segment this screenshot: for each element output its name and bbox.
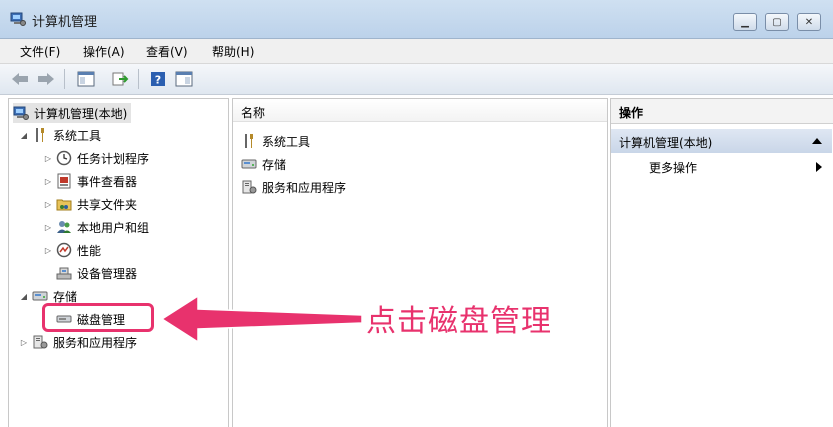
- tree-item-label: 事件查看器: [77, 174, 138, 189]
- menu-file[interactable]: 文件(F): [20, 43, 60, 60]
- tree-item-label: 任务计划程序: [77, 151, 150, 166]
- expand-icon[interactable]: ▷: [43, 154, 53, 163]
- tools-icon: [241, 133, 257, 149]
- export-icon: [112, 72, 129, 86]
- forward-arrow-icon: [38, 73, 54, 85]
- storage-icon: [241, 156, 257, 172]
- submenu-arrow-icon[interactable]: [816, 162, 822, 172]
- list-item-label: 服务和应用程序: [262, 180, 347, 195]
- tree-item-label: 设备管理器: [77, 266, 138, 281]
- column-header-label: 名称: [241, 106, 266, 120]
- shared-folder-icon: [56, 196, 72, 212]
- action-pane-title: 操作: [619, 106, 644, 120]
- list-item[interactable]: 服务和应用程序: [241, 177, 346, 197]
- tree-item-event-viewer[interactable]: ▷ 事件查看器: [43, 171, 137, 191]
- annotation-text: 点击磁盘管理: [366, 304, 552, 339]
- tree-item-task-scheduler[interactable]: ▷ 任务计划程序: [43, 148, 149, 168]
- tree-item-services-apps[interactable]: ▷ 服务和应用程序: [19, 332, 137, 352]
- export-list-button[interactable]: [110, 69, 130, 89]
- expand-icon[interactable]: ▷: [19, 338, 29, 347]
- disk-management-highlight-box: [42, 303, 154, 332]
- tree-item-shared-folders[interactable]: ▷ 共享文件夹: [43, 194, 137, 214]
- list-item[interactable]: 系统工具: [241, 131, 310, 151]
- services-icon: [241, 179, 257, 195]
- results-list: 名称 系统工具 存储 服务和应用程序: [232, 98, 608, 427]
- maximize-icon: ▢: [772, 16, 782, 28]
- close-icon: ✕: [804, 16, 814, 28]
- action-section-label: 计算机管理(本地): [619, 136, 713, 150]
- tree-item-label: 服务和应用程序: [53, 335, 138, 350]
- expand-icon[interactable]: ▷: [43, 200, 53, 209]
- storage-icon: [32, 288, 48, 304]
- toolbar-separator: [138, 69, 139, 89]
- computer-management-icon: [13, 105, 29, 121]
- tree-item-label: 共享文件夹: [77, 197, 138, 212]
- back-arrow-icon: [12, 73, 28, 85]
- back-button[interactable]: [10, 69, 30, 89]
- tools-icon: [32, 127, 48, 143]
- show-hide-tree-button[interactable]: [76, 69, 96, 89]
- tree-item-label: 计算机管理(本地): [34, 106, 128, 121]
- tree-item-device-manager[interactable]: 设备管理器: [56, 263, 137, 283]
- title-bar: 计算机管理 ▁ ▢ ✕: [0, 0, 833, 39]
- expand-icon[interactable]: ▷: [43, 177, 53, 186]
- help-button[interactable]: ?: [148, 69, 168, 89]
- menu-help[interactable]: 帮助(H): [212, 43, 254, 60]
- action-pane-icon: [175, 71, 193, 87]
- tree-item-performance[interactable]: ▷ 性能: [43, 240, 101, 260]
- performance-icon: [56, 242, 72, 258]
- minimize-button[interactable]: ▁: [733, 13, 757, 31]
- annotation-arrow-icon: [160, 294, 363, 344]
- list-item-label: 存储: [262, 157, 287, 172]
- minimize-icon: ▁: [741, 16, 749, 28]
- toolbar: ?: [0, 64, 833, 95]
- svg-text:?: ?: [155, 74, 161, 87]
- forward-button[interactable]: [36, 69, 56, 89]
- event-viewer-icon: [56, 173, 72, 189]
- expand-icon[interactable]: ▷: [43, 223, 53, 232]
- tree-item-system-tools[interactable]: ◢ 系统工具: [19, 125, 101, 145]
- collapse-icon[interactable]: ◢: [19, 131, 29, 140]
- device-manager-icon: [56, 265, 72, 281]
- tree-item-label: 本地用户和组: [77, 220, 150, 235]
- more-actions-item[interactable]: 更多操作: [649, 159, 697, 176]
- action-section-header[interactable]: 计算机管理(本地): [611, 129, 832, 153]
- action-pane: 操作 计算机管理(本地) 更多操作: [610, 98, 833, 427]
- menu-bar: 文件(F) 操作(A) 查看(V) 帮助(H): [0, 39, 833, 64]
- tree-item-local-users[interactable]: ▷ 本地用户和组: [43, 217, 149, 237]
- expand-icon[interactable]: ▷: [43, 246, 53, 255]
- console-tree: 计算机管理(本地) ◢ 系统工具 ▷ 任务计划程序 ▷ 事件查看器 ▷ 共享文件…: [8, 98, 229, 427]
- list-item[interactable]: 存储: [241, 154, 286, 174]
- collapse-up-icon[interactable]: [812, 138, 822, 144]
- tree-item-label: 存储: [53, 289, 78, 304]
- tree-item-label: 系统工具: [53, 128, 102, 143]
- close-button[interactable]: ✕: [797, 13, 821, 31]
- toolbar-separator: [64, 69, 65, 89]
- maximize-button[interactable]: ▢: [765, 13, 789, 31]
- window-title: 计算机管理: [32, 15, 98, 30]
- tree-item-root[interactable]: 计算机管理(本地): [13, 103, 132, 123]
- services-icon: [32, 334, 48, 350]
- list-item-label: 系统工具: [262, 134, 311, 149]
- clock-icon: [56, 150, 72, 166]
- help-icon: ?: [151, 72, 165, 87]
- collapse-icon[interactable]: ◢: [19, 292, 29, 301]
- column-header-name[interactable]: 名称: [233, 99, 607, 122]
- menu-action[interactable]: 操作(A): [83, 43, 125, 60]
- users-icon: [56, 219, 72, 235]
- tree-item-label: 性能: [77, 243, 102, 258]
- menu-view[interactable]: 查看(V): [146, 43, 188, 60]
- action-pane-header: 操作: [611, 99, 833, 124]
- show-hide-action-pane-button[interactable]: [174, 69, 194, 89]
- computer-management-icon: [10, 11, 26, 27]
- console-tree-icon: [77, 71, 95, 87]
